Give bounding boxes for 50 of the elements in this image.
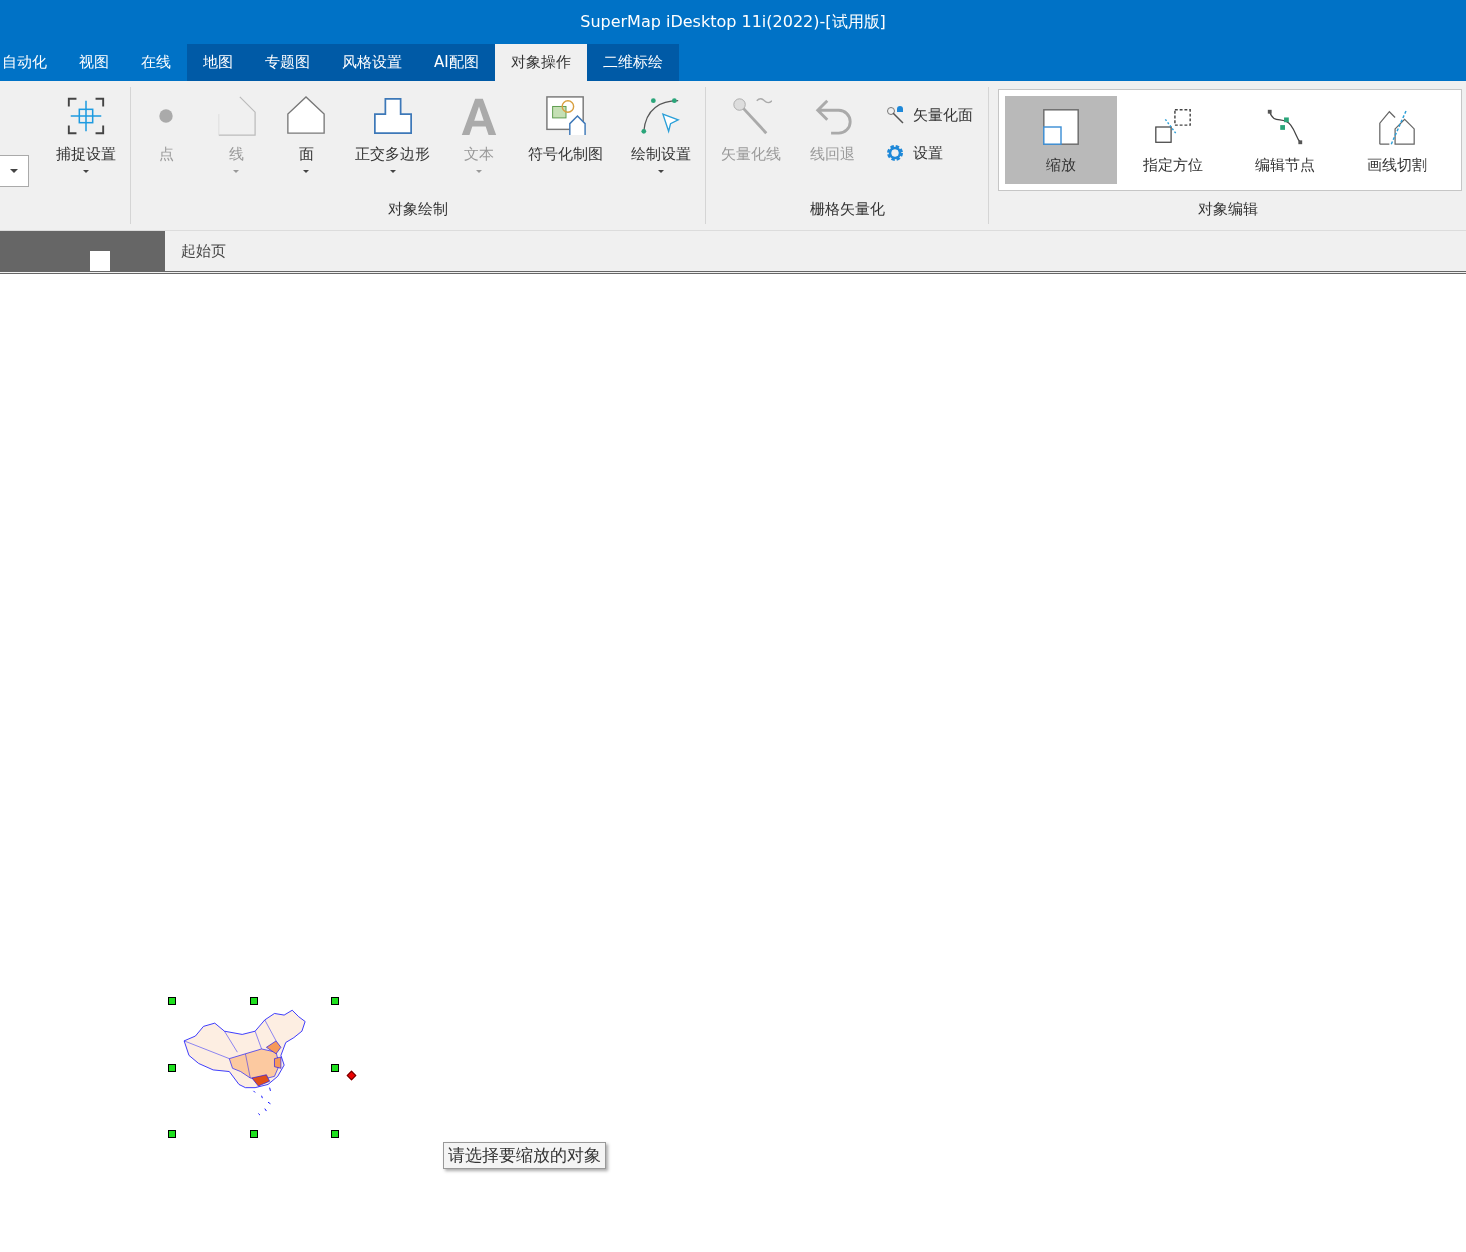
caret-icon [233,170,239,173]
ribbon-button[interactable]: 符号化制图 [526,89,605,170]
group-label: 对象绘制 [387,200,449,220]
snap-crosshair-icon [65,95,107,137]
ribbon-button[interactable]: 面 [283,89,329,179]
ribbon-button[interactable]: 捕捉设置 [54,89,118,179]
gallery-item[interactable]: 编辑节点 [1228,96,1341,184]
ribbon-tab[interactable]: 专题图 [249,44,326,81]
ribbon-tab[interactable]: 在线 [125,44,187,81]
caret-icon [83,170,89,173]
selection-handle[interactable] [168,997,176,1005]
ribbon-button[interactable]: 矢量化面 [883,103,976,127]
selection-handle[interactable] [331,997,339,1005]
group-label: 对象编辑 [1196,200,1259,220]
ribbon-button[interactable]: 绘制设置 [629,89,693,179]
gallery-item[interactable]: 缩放 [1004,96,1117,184]
settings-icon [885,143,906,163]
ribbon-tab[interactable]: 地图 [187,44,249,81]
caret-icon [658,170,664,173]
ribbon-tab[interactable]: 视图 [63,44,125,81]
ribbon-tab[interactable]: AI配图 [418,44,495,81]
curve-cursor-icon [640,95,682,137]
dropdown-field[interactable] [0,155,29,187]
ribbon-tab[interactable]: 对象操作 [494,44,587,81]
caret-icon [389,170,396,173]
ribbon-tab[interactable]: 二维标绘 [586,44,679,81]
selection-handle[interactable] [249,1130,258,1138]
selection-handle[interactable] [331,1130,339,1138]
caret-icon [476,170,482,173]
caret-icon [303,170,309,173]
document-tab[interactable]: 起始页 [165,231,242,271]
gallery-item[interactable]: 指定方位 [1116,96,1229,184]
rotation-handle[interactable] [346,1070,357,1081]
gallery-item[interactable]: 画线切割 [1340,96,1453,184]
ribbon-tab[interactable]: 自动化 [0,44,63,81]
selection-handle[interactable] [249,997,258,1005]
orthogonal-polygon-icon [371,95,414,137]
selection-handle[interactable] [168,1063,176,1072]
symbol-map-icon [544,95,587,137]
magic-wand-icon [885,105,906,125]
window-title: SuperMap iDesktop 11i(2022)-[试用版] [580,11,886,33]
polygon-icon [285,95,327,137]
selection-handle[interactable] [168,1130,176,1138]
ribbon-button[interactable]: 正交多边形 [353,89,432,179]
group-label: 栅格矢量化 [808,200,886,220]
selection-handle[interactable] [331,1063,339,1072]
ribbon-tab[interactable]: 风格设置 [326,44,418,81]
ribbon-button[interactable]: 设置 [883,141,976,165]
tooltip: 请选择要缩放的对象 [443,1142,606,1169]
line-icon [215,95,257,137]
